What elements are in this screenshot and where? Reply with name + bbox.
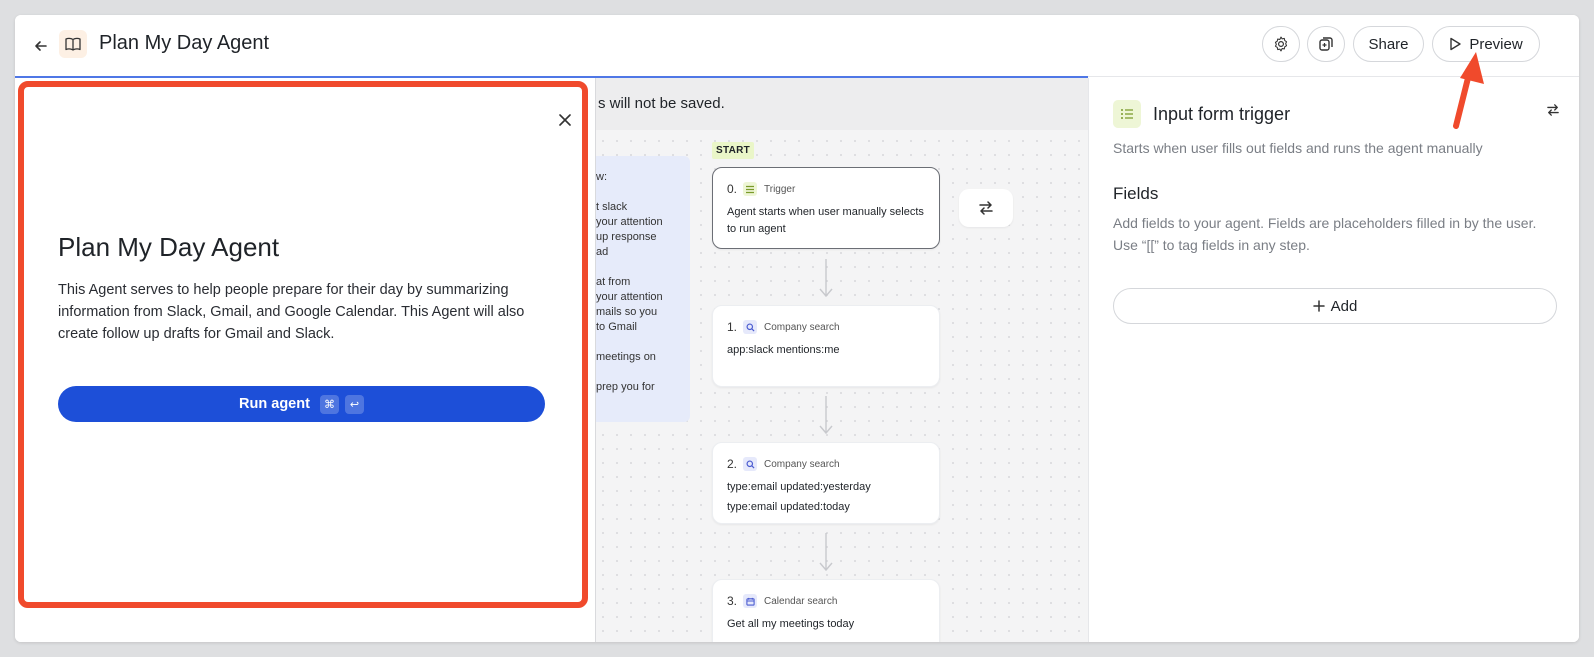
search-icon [743, 457, 758, 471]
swap-arrows-icon[interactable] [1541, 98, 1565, 122]
note-line: your attention [596, 216, 663, 228]
node-type: Company search [764, 458, 840, 470]
copy-icon [1318, 36, 1334, 52]
list-icon [1113, 100, 1141, 128]
list-icon [743, 182, 758, 196]
calendar-icon [743, 594, 758, 608]
step-node-trigger[interactable]: 0. Trigger Agent starts when user manual… [712, 167, 940, 249]
note-line: prep you for [596, 381, 655, 393]
step-node-company-search[interactable]: 2. Company search type:email updated:yes… [712, 442, 940, 524]
connector-arrow [819, 259, 833, 298]
fields-heading: Fields [1113, 184, 1159, 203]
note-line [596, 365, 690, 380]
node-body: app:slack mentions:me [727, 344, 840, 356]
node-number: 2. [727, 457, 738, 471]
agent-title: Plan My Day Agent [99, 32, 270, 54]
cmd-key-icon: ⌘ [319, 394, 339, 414]
run-agent-dialog: Plan My Day Agent This Agent serves to h… [15, 78, 595, 642]
node-body: Get all my meetings today [727, 618, 855, 630]
add-label: Add [1330, 297, 1358, 315]
note-line: to Gmail [596, 321, 637, 333]
enter-key-icon: ↩ [344, 394, 364, 414]
swap-arrows-icon [978, 201, 994, 215]
node-number: 1. [727, 320, 738, 334]
note-line: t slack [596, 201, 628, 213]
node-type: Company search [764, 321, 840, 333]
dialog-description: This Agent serves to help people prepare… [58, 282, 525, 342]
node-header: 3. Calendar search [727, 594, 925, 608]
settings-button[interactable] [1262, 26, 1300, 62]
dialog-title: Plan My Day Agent [58, 232, 280, 262]
panel-title: Input form trigger [1153, 104, 1291, 124]
start-tag: START [712, 142, 755, 159]
annotation-arrow-icon [1453, 52, 1484, 129]
note-line: up response [596, 231, 657, 243]
back-arrow-icon[interactable] [27, 32, 55, 60]
add-field-button[interactable]: Add [1113, 288, 1557, 324]
note-line [596, 185, 690, 200]
swap-trigger-button[interactable] [959, 189, 1013, 227]
node-number: 3. [727, 594, 738, 608]
agent-instructions-note: w: t slack your attention up response ad… [596, 156, 690, 422]
close-icon[interactable] [555, 110, 575, 130]
step-node-company-search[interactable]: 1. Company search app:slack mentions:me [712, 305, 940, 387]
run-agent-button[interactable]: Run agent ⌘ ↩ [58, 386, 545, 422]
node-header: 2. Company search [727, 457, 925, 471]
note-line [596, 335, 690, 350]
share-button[interactable]: Share [1353, 26, 1424, 62]
panel-description: Starts when user fills out fields and ru… [1113, 140, 1483, 156]
top-bar: Plan My Day Agent Share Preview [15, 15, 1579, 77]
connector-arrow [819, 396, 833, 435]
node-body: Agent starts when user manually selects … [727, 206, 924, 235]
node-header: 1. Company search [727, 320, 925, 334]
duplicate-button[interactable] [1307, 26, 1345, 62]
node-type: Trigger [764, 183, 796, 195]
gear-icon [1272, 35, 1290, 53]
run-agent-label: Run agent [239, 396, 310, 412]
app-window: Plan My Day Agent Share Preview s will n… [15, 15, 1579, 642]
book-icon [59, 30, 87, 58]
step-node-calendar-search[interactable]: 3. Calendar search Get all my meetings t… [712, 579, 940, 642]
node-type: Calendar search [764, 595, 838, 607]
note-line: meetings on [596, 351, 656, 363]
fields-description: Add fields to your agent. Fields are pla… [1113, 215, 1537, 253]
node-number: 0. [727, 182, 738, 196]
unsaved-banner: s will not be saved. [596, 78, 1088, 130]
step-details-panel: Input form trigger Starts when user fill… [1088, 78, 1579, 642]
node-body: type:email updated:yesterday [727, 481, 871, 493]
workflow-canvas[interactable]: s will not be saved. w: t slack your att… [595, 78, 1088, 642]
note-line: ad [596, 246, 609, 258]
node-header: 0. Trigger [727, 182, 925, 196]
plus-icon [1312, 300, 1325, 312]
note-line: at from [596, 276, 631, 288]
note-line: mails so you [596, 306, 658, 318]
note-line [596, 260, 690, 275]
connector-arrow [819, 533, 833, 572]
note-line: your attention [596, 291, 663, 303]
search-icon [743, 320, 758, 334]
node-body: type:email updated:today [727, 501, 850, 513]
note-line: w: [596, 171, 607, 183]
